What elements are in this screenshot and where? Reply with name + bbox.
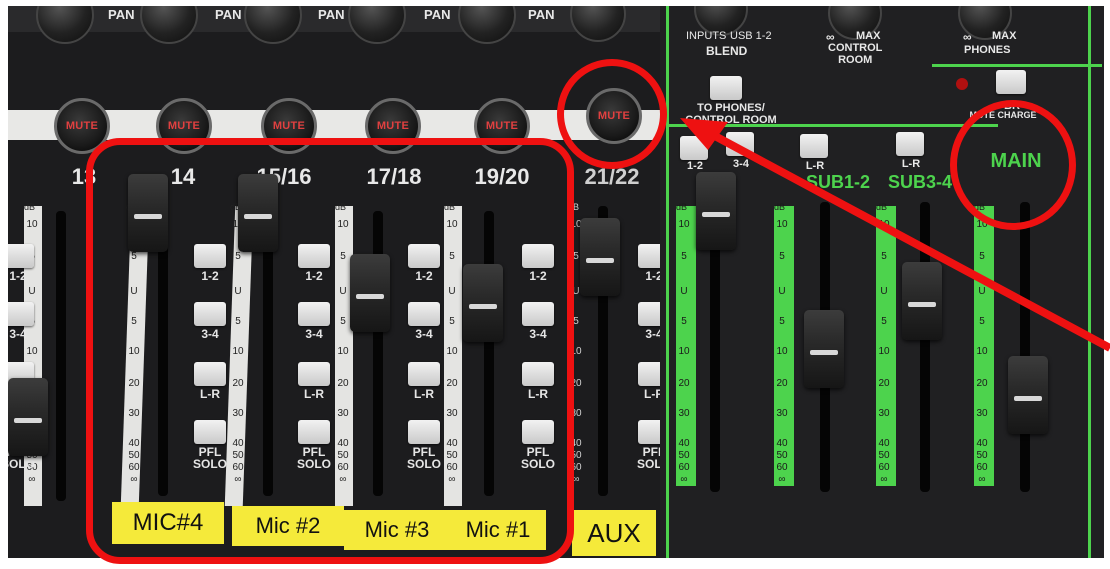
annotated-mixer-photo: PAN PAN PAN PAN PAN MUTE MUTE MUTE MUTE … — [0, 0, 1110, 569]
annotation-arrow — [680, 118, 1110, 352]
